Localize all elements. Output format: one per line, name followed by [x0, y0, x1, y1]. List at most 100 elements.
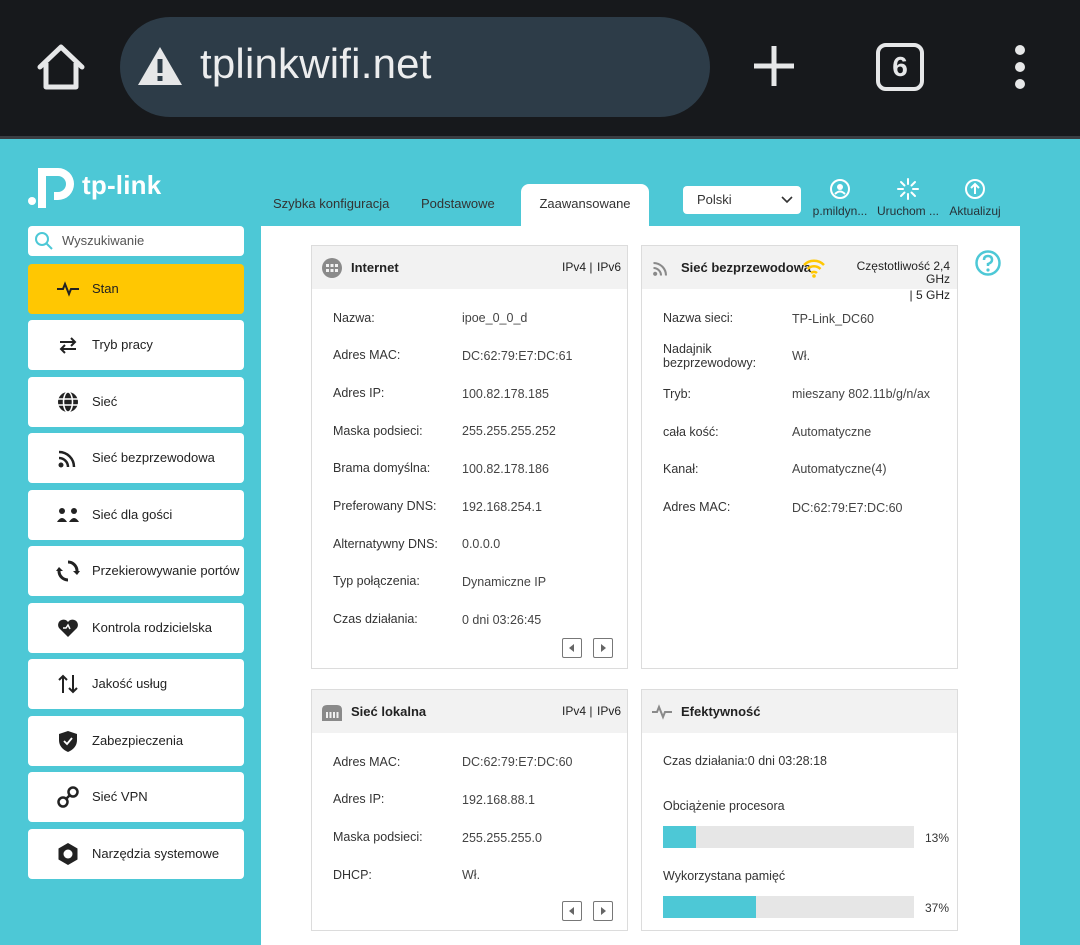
internet-row-label: Brama domyślna: — [333, 461, 431, 475]
sidebar-item-status[interactable]: Stan — [28, 264, 244, 314]
internet-ipv4-toggle[interactable]: IPv4 | — [562, 260, 592, 274]
next-page-button[interactable] — [593, 901, 613, 921]
sidebar-item-label: Kontrola rodzicielska — [92, 620, 212, 635]
sidebar-item-label: Sieć VPN — [92, 789, 148, 804]
internet-row-label: Maska podsieci: — [333, 424, 423, 438]
language-selected: Polski — [697, 192, 732, 207]
sidebar-item-label: Jakość usług — [92, 676, 168, 691]
internet-row-label: Adres MAC: — [333, 348, 401, 362]
more-menu-icon[interactable] — [1004, 44, 1036, 90]
lan-ipv6-toggle[interactable]: IPv6 — [597, 704, 621, 718]
lan-row-value: DC:62:79:E7:DC:60 — [462, 755, 573, 769]
sidebar-item-port-forwarding[interactable]: Przekierowywanie portów — [28, 546, 244, 596]
heart-icon — [58, 619, 78, 637]
url-text[interactable]: tplinkwifi.net — [200, 40, 432, 88]
sidebar-item-qos[interactable]: Jakość usług — [28, 659, 244, 709]
wireless-row-label: Kanał: — [663, 462, 699, 476]
performance-title: Efektywność — [681, 704, 761, 719]
wireless-row-label: Tryb: — [663, 387, 692, 401]
wireless-row-label: Nazwa sieci: — [663, 311, 734, 325]
language-select[interactable]: Polski — [683, 186, 801, 214]
internet-row-value: 100.82.178.186 — [462, 462, 549, 476]
reboot-label: Uruchom ... — [876, 204, 939, 218]
sidebar-item-security[interactable]: Zabezpieczenia — [28, 716, 244, 766]
internet-row-value: ipoe_0_0_d — [462, 311, 528, 325]
lan-title: Sieć lokalna — [351, 704, 427, 719]
lan-row-label: Adres IP: — [333, 792, 385, 806]
sidebar-item-label: Sieć bezprzewodowa — [92, 450, 215, 465]
performance-icon — [652, 704, 672, 720]
sidebar-item-wireless[interactable]: Sieć bezprzewodowa — [28, 433, 244, 483]
internet-row-label: Nazwa: — [333, 311, 375, 325]
prev-page-button[interactable] — [562, 901, 582, 921]
sidebar-item-network[interactable]: Sieć — [28, 377, 244, 427]
lan-ipv4-toggle[interactable]: IPv4 | — [562, 704, 592, 718]
sidebar-item-label: Przekierowywanie portów — [92, 563, 240, 578]
next-page-button[interactable] — [593, 638, 613, 658]
tab-switcher-button[interactable]: 6 — [876, 43, 924, 91]
frequency-5ghz-toggle[interactable]: | 5 GHz — [910, 288, 950, 302]
chevron-down-icon — [781, 196, 793, 204]
new-tab-icon[interactable] — [752, 44, 796, 88]
internet-row-label: Preferowany DNS: — [333, 499, 437, 513]
home-icon[interactable] — [34, 40, 88, 94]
cpu-percent: 13% — [925, 831, 950, 845]
browser-divider — [0, 136, 1080, 139]
wifi-status-icon — [803, 259, 825, 278]
cpu-progress-fill — [663, 826, 696, 848]
internet-row-value: 0.0.0.0 — [462, 537, 501, 551]
tp-link-logo-icon — [28, 168, 74, 208]
tab-advanced[interactable]: Zaawansowane — [521, 184, 649, 226]
internet-ipv6-toggle[interactable]: IPv6 — [597, 260, 621, 274]
sidebar-item-label: Narzędzia systemowe — [92, 846, 220, 861]
update-label: Aktualizuj — [949, 204, 1001, 218]
cpu-label: Obciążenie procesora — [663, 799, 785, 813]
wireless-card: Sieć bezprzewodowa Częstotliwość 2,4 GHz… — [641, 245, 958, 669]
wireless-row-value: TP-Link_DC60 — [792, 312, 874, 326]
logo-text: tp-link — [82, 170, 162, 200]
arrow-left-icon — [569, 644, 574, 652]
cloud-account-button[interactable]: p.mildyn... — [810, 178, 870, 220]
qos-icon — [58, 674, 78, 694]
internet-row-label: Alternatywny DNS: — [333, 537, 438, 551]
arrow-left-icon — [569, 907, 574, 915]
internet-row-label: Adres IP: — [333, 386, 385, 400]
help-icon[interactable] — [975, 250, 1001, 276]
port-forward-icon — [56, 560, 80, 582]
gear-icon — [58, 843, 78, 865]
pulse-icon — [57, 281, 79, 297]
wireless-row-label: Adres MAC: — [663, 500, 731, 514]
memory-label: Wykorzystana pamięć — [663, 869, 786, 883]
sidebar-item-parental-control[interactable]: Kontrola rodzicielska — [28, 603, 244, 653]
search-placeholder: Wyszukiwanie — [62, 233, 145, 248]
wireless-signal-icon — [653, 261, 668, 276]
tab-quick-setup[interactable]: Szybka konfiguracja — [273, 196, 389, 211]
reboot-button[interactable]: Uruchom ... — [876, 178, 940, 220]
lan-row-label: DHCP: — [333, 868, 372, 882]
sidebar-item-label: Stan — [92, 281, 119, 296]
tab-basic[interactable]: Podstawowe — [421, 196, 495, 211]
sidebar-item-guest-network[interactable]: Sieć dla gości — [28, 490, 244, 540]
prev-page-button[interactable] — [562, 638, 582, 658]
wireless-row-value: Wł. — [792, 349, 811, 363]
sidebar-item-vpn[interactable]: Sieć VPN — [28, 772, 244, 822]
sidebar-item-label: Sieć dla gości — [92, 507, 173, 522]
vpn-icon — [57, 786, 79, 808]
search-input[interactable]: Wyszukiwanie — [28, 226, 244, 256]
update-button[interactable]: Aktualizuj — [946, 178, 1004, 220]
frequency-label: GHz — [926, 272, 950, 286]
memory-percent: 37% — [925, 901, 950, 915]
internet-row-value: Dynamiczne IP — [462, 575, 547, 589]
wireless-row-value: Automatyczne(4) — [792, 462, 887, 476]
sidebar-item-label: Sieć — [92, 394, 118, 409]
sidebar-item-system-tools[interactable]: Narzędzia systemowe — [28, 829, 244, 879]
lan-row-value: Wł. — [462, 868, 481, 882]
wireless-row-value: mieszany 802.11b/g/n/ax — [792, 387, 931, 401]
cpu-progress-bar — [663, 826, 914, 848]
internet-row-label: Typ połączenia: — [333, 574, 420, 588]
sidebar-item-label: Zabezpieczenia — [92, 733, 184, 748]
internet-row-value: 0 dni 03:26:45 — [462, 613, 542, 627]
sidebar-item-operation-mode[interactable]: Tryb pracy — [28, 320, 244, 370]
internet-row-label: Czas działania: — [333, 612, 418, 626]
warning-icon[interactable] — [136, 44, 184, 88]
